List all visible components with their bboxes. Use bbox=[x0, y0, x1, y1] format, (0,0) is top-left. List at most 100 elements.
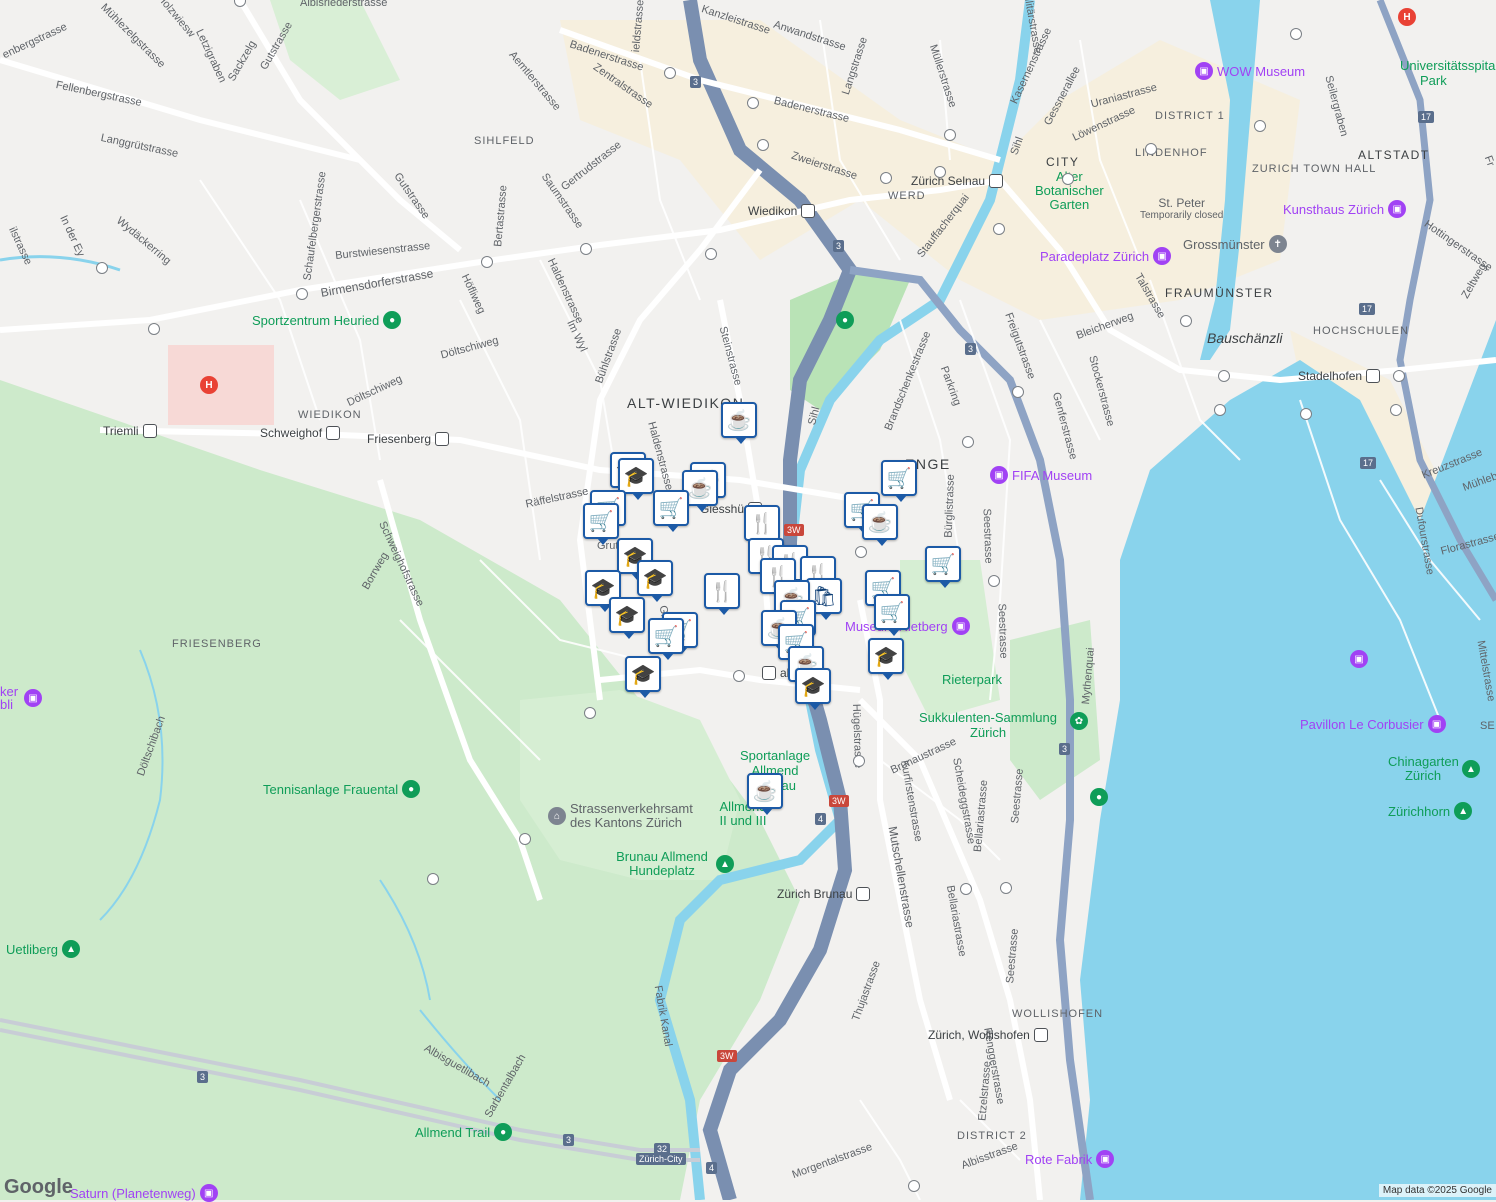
bus-stop-icon[interactable] bbox=[148, 323, 160, 335]
station-wiedikon[interactable]: Wiedikon bbox=[748, 204, 816, 218]
poi-st-peter[interactable]: St. Peter Temporarily closed bbox=[1140, 196, 1223, 221]
bus-stop-icon[interactable] bbox=[1254, 120, 1266, 132]
hospital-marker[interactable]: H bbox=[200, 376, 218, 394]
restaurant-pin[interactable]: 🍴 bbox=[744, 505, 780, 547]
bus-stop-icon[interactable] bbox=[1290, 28, 1302, 40]
poi-zurichhorn[interactable]: Zürichhorn ▲ bbox=[1388, 802, 1473, 820]
station-zurich-selnau[interactable]: Zürich Selnau bbox=[911, 174, 1004, 188]
cafe-pin[interactable]: ☕ bbox=[862, 504, 898, 546]
poi-allmend-trail[interactable]: Allmend Trail ● bbox=[415, 1123, 513, 1141]
poi-fifa-museum[interactable]: ▣ FIFA Museum bbox=[990, 466, 1092, 484]
poi-kunsthaus[interactable]: Kunsthaus Zürich ▣ bbox=[1283, 200, 1407, 218]
poi-sportzentrum-heuried[interactable]: Sportzentrum Heuried ● bbox=[252, 311, 402, 329]
grocery-pin[interactable]: 🛒 bbox=[583, 503, 619, 545]
park-marker[interactable]: ● bbox=[836, 311, 854, 329]
grocery-pin[interactable]: 🛒 bbox=[925, 546, 961, 588]
grocery-pin[interactable]: 🛒 bbox=[881, 460, 917, 502]
poi-strassenverkehrsamt[interactable]: ⌂ Strassenverkehrsamt des Kantons Zürich bbox=[548, 802, 700, 830]
grocery-pin[interactable]: 🛒 bbox=[653, 490, 689, 532]
bus-stop-icon[interactable] bbox=[1000, 882, 1012, 894]
cafe-pin[interactable]: ☕ bbox=[721, 402, 757, 444]
station-triemli[interactable]: Triemli bbox=[103, 424, 157, 438]
grocery-pin[interactable]: 🛒 bbox=[874, 594, 910, 636]
bus-stop-icon[interactable] bbox=[1180, 315, 1192, 327]
poi-brunau-hundeplatz[interactable]: Brunau Allmend Hundeplatz ▲ bbox=[612, 850, 734, 878]
bus-stop-icon[interactable] bbox=[481, 256, 493, 268]
bus-stop-icon[interactable] bbox=[944, 129, 956, 141]
bus-stop-icon[interactable] bbox=[908, 1180, 920, 1192]
bus-stop-icon[interactable] bbox=[664, 67, 676, 79]
school-pin[interactable]: 🎓 bbox=[637, 560, 673, 602]
bus-stop-icon[interactable] bbox=[988, 575, 1000, 587]
grocery-cart-icon: 🛒 bbox=[886, 467, 912, 490]
route-shield: 3 bbox=[690, 76, 702, 88]
bus-stop-icon[interactable] bbox=[993, 223, 1005, 235]
bus-stop-icon[interactable] bbox=[1390, 404, 1402, 416]
station-stadelhofen[interactable]: Stadelhofen bbox=[1298, 369, 1381, 383]
school-pin[interactable]: 🎓 bbox=[609, 597, 645, 639]
cafe-pin[interactable]: ☕ bbox=[747, 773, 783, 815]
bus-stop-icon[interactable] bbox=[757, 139, 769, 151]
park-marker[interactable]: ✿ bbox=[1070, 712, 1088, 730]
bus-stop-icon[interactable] bbox=[880, 172, 892, 184]
hospital-marker[interactable]: H bbox=[1398, 8, 1416, 26]
bus-stop-icon[interactable] bbox=[853, 755, 865, 767]
museum-icon: ▣ bbox=[24, 689, 42, 707]
bus-stop-icon[interactable] bbox=[96, 262, 108, 274]
bus-stop-icon[interactable] bbox=[962, 436, 974, 448]
poi-tennisanlage-frauental[interactable]: Tennisanlage Frauental ● bbox=[263, 780, 421, 798]
map-canvas[interactable] bbox=[0, 0, 1496, 1200]
poi-uetliberg[interactable]: Uetliberg ▲ bbox=[6, 940, 81, 958]
bus-stop-icon[interactable] bbox=[427, 873, 439, 885]
bus-stop-icon[interactable] bbox=[705, 248, 717, 260]
park-icon: ▲ bbox=[716, 855, 734, 873]
bus-stop-icon[interactable] bbox=[1145, 143, 1157, 155]
poi-wow-museum[interactable]: ▣ WOW Museum bbox=[1195, 62, 1305, 80]
bus-stop-icon[interactable] bbox=[1012, 386, 1024, 398]
station-friesenberg[interactable]: Friesenberg bbox=[367, 432, 450, 446]
route-shield: 17 bbox=[1359, 303, 1376, 315]
poi-bauschanzli[interactable]: Bauschänzli bbox=[1207, 330, 1283, 346]
poi-pavillon-le-corbusier[interactable]: Pavillon Le Corbusier ▣ bbox=[1300, 715, 1446, 733]
station-zurich-wollishofen[interactable]: Zürich, Wollishofen bbox=[928, 1028, 1048, 1042]
train-icon bbox=[435, 432, 450, 446]
restaurant-pin[interactable]: 🍴 bbox=[704, 573, 740, 615]
station-zurich-brunau[interactable]: Zürich Brunau bbox=[777, 887, 871, 901]
poi-kunker-bubli[interactable]: ker bli ▣ bbox=[0, 685, 42, 711]
bus-stop-icon[interactable] bbox=[960, 883, 972, 895]
bus-stop-icon[interactable] bbox=[733, 670, 745, 682]
grocery-pin[interactable]: 🛒 bbox=[648, 618, 684, 660]
restaurant-icon: 🍴 bbox=[749, 512, 775, 535]
bus-stop-icon[interactable] bbox=[1218, 370, 1230, 382]
poi-saturn-planetenweg[interactable]: Saturn (Planetenweg) ▣ bbox=[70, 1184, 218, 1202]
poi-paradeplatz[interactable]: Paradeplatz Zürich ▣ bbox=[1040, 247, 1172, 265]
poi-grossmunster[interactable]: Grossmünster ✝ bbox=[1183, 235, 1287, 253]
bus-stop-icon[interactable] bbox=[296, 288, 308, 300]
school-pin[interactable]: 🎓 bbox=[795, 668, 831, 710]
bus-stop-icon[interactable] bbox=[1300, 408, 1312, 420]
bus-stop-icon[interactable] bbox=[584, 707, 596, 719]
route-shield: 3W bbox=[829, 795, 849, 807]
school-pin[interactable]: 🎓 bbox=[618, 458, 654, 500]
park-icon: ▲ bbox=[1462, 760, 1480, 778]
bus-stop-icon[interactable] bbox=[855, 546, 867, 558]
mountain-icon: ▲ bbox=[62, 940, 81, 958]
poi-universitatsspital[interactable]: Universitätsspital Park bbox=[1400, 58, 1496, 88]
bus-stop-icon[interactable] bbox=[747, 97, 759, 109]
station-schweighof[interactable]: Schweighof bbox=[260, 426, 341, 440]
poi-sukkulenten[interactable]: Sukkulenten-Sammlung Zürich bbox=[918, 710, 1058, 740]
poi-rote-fabrik[interactable]: Rote Fabrik ▣ bbox=[1025, 1150, 1115, 1168]
school-pin[interactable]: 🎓 bbox=[868, 638, 904, 680]
museum-marker[interactable]: ▣ bbox=[1350, 650, 1368, 668]
bus-stop-icon[interactable] bbox=[1062, 173, 1074, 185]
poi-chinagarten[interactable]: Chinagarten Zürich ▲ bbox=[1388, 755, 1480, 783]
bus-stop-icon[interactable] bbox=[580, 243, 592, 255]
park-marker[interactable]: ● bbox=[1090, 788, 1108, 806]
bus-stop-icon[interactable] bbox=[1214, 404, 1226, 416]
poi-rieterpark[interactable]: Rieterpark bbox=[942, 672, 1002, 687]
map-attribution[interactable]: Map data ©2025 Google bbox=[1378, 1184, 1496, 1197]
school-pin[interactable]: 🎓 bbox=[625, 656, 661, 698]
bus-stop-icon[interactable] bbox=[934, 166, 946, 178]
bus-stop-icon[interactable] bbox=[519, 833, 531, 845]
bus-stop-icon[interactable] bbox=[1393, 370, 1405, 382]
